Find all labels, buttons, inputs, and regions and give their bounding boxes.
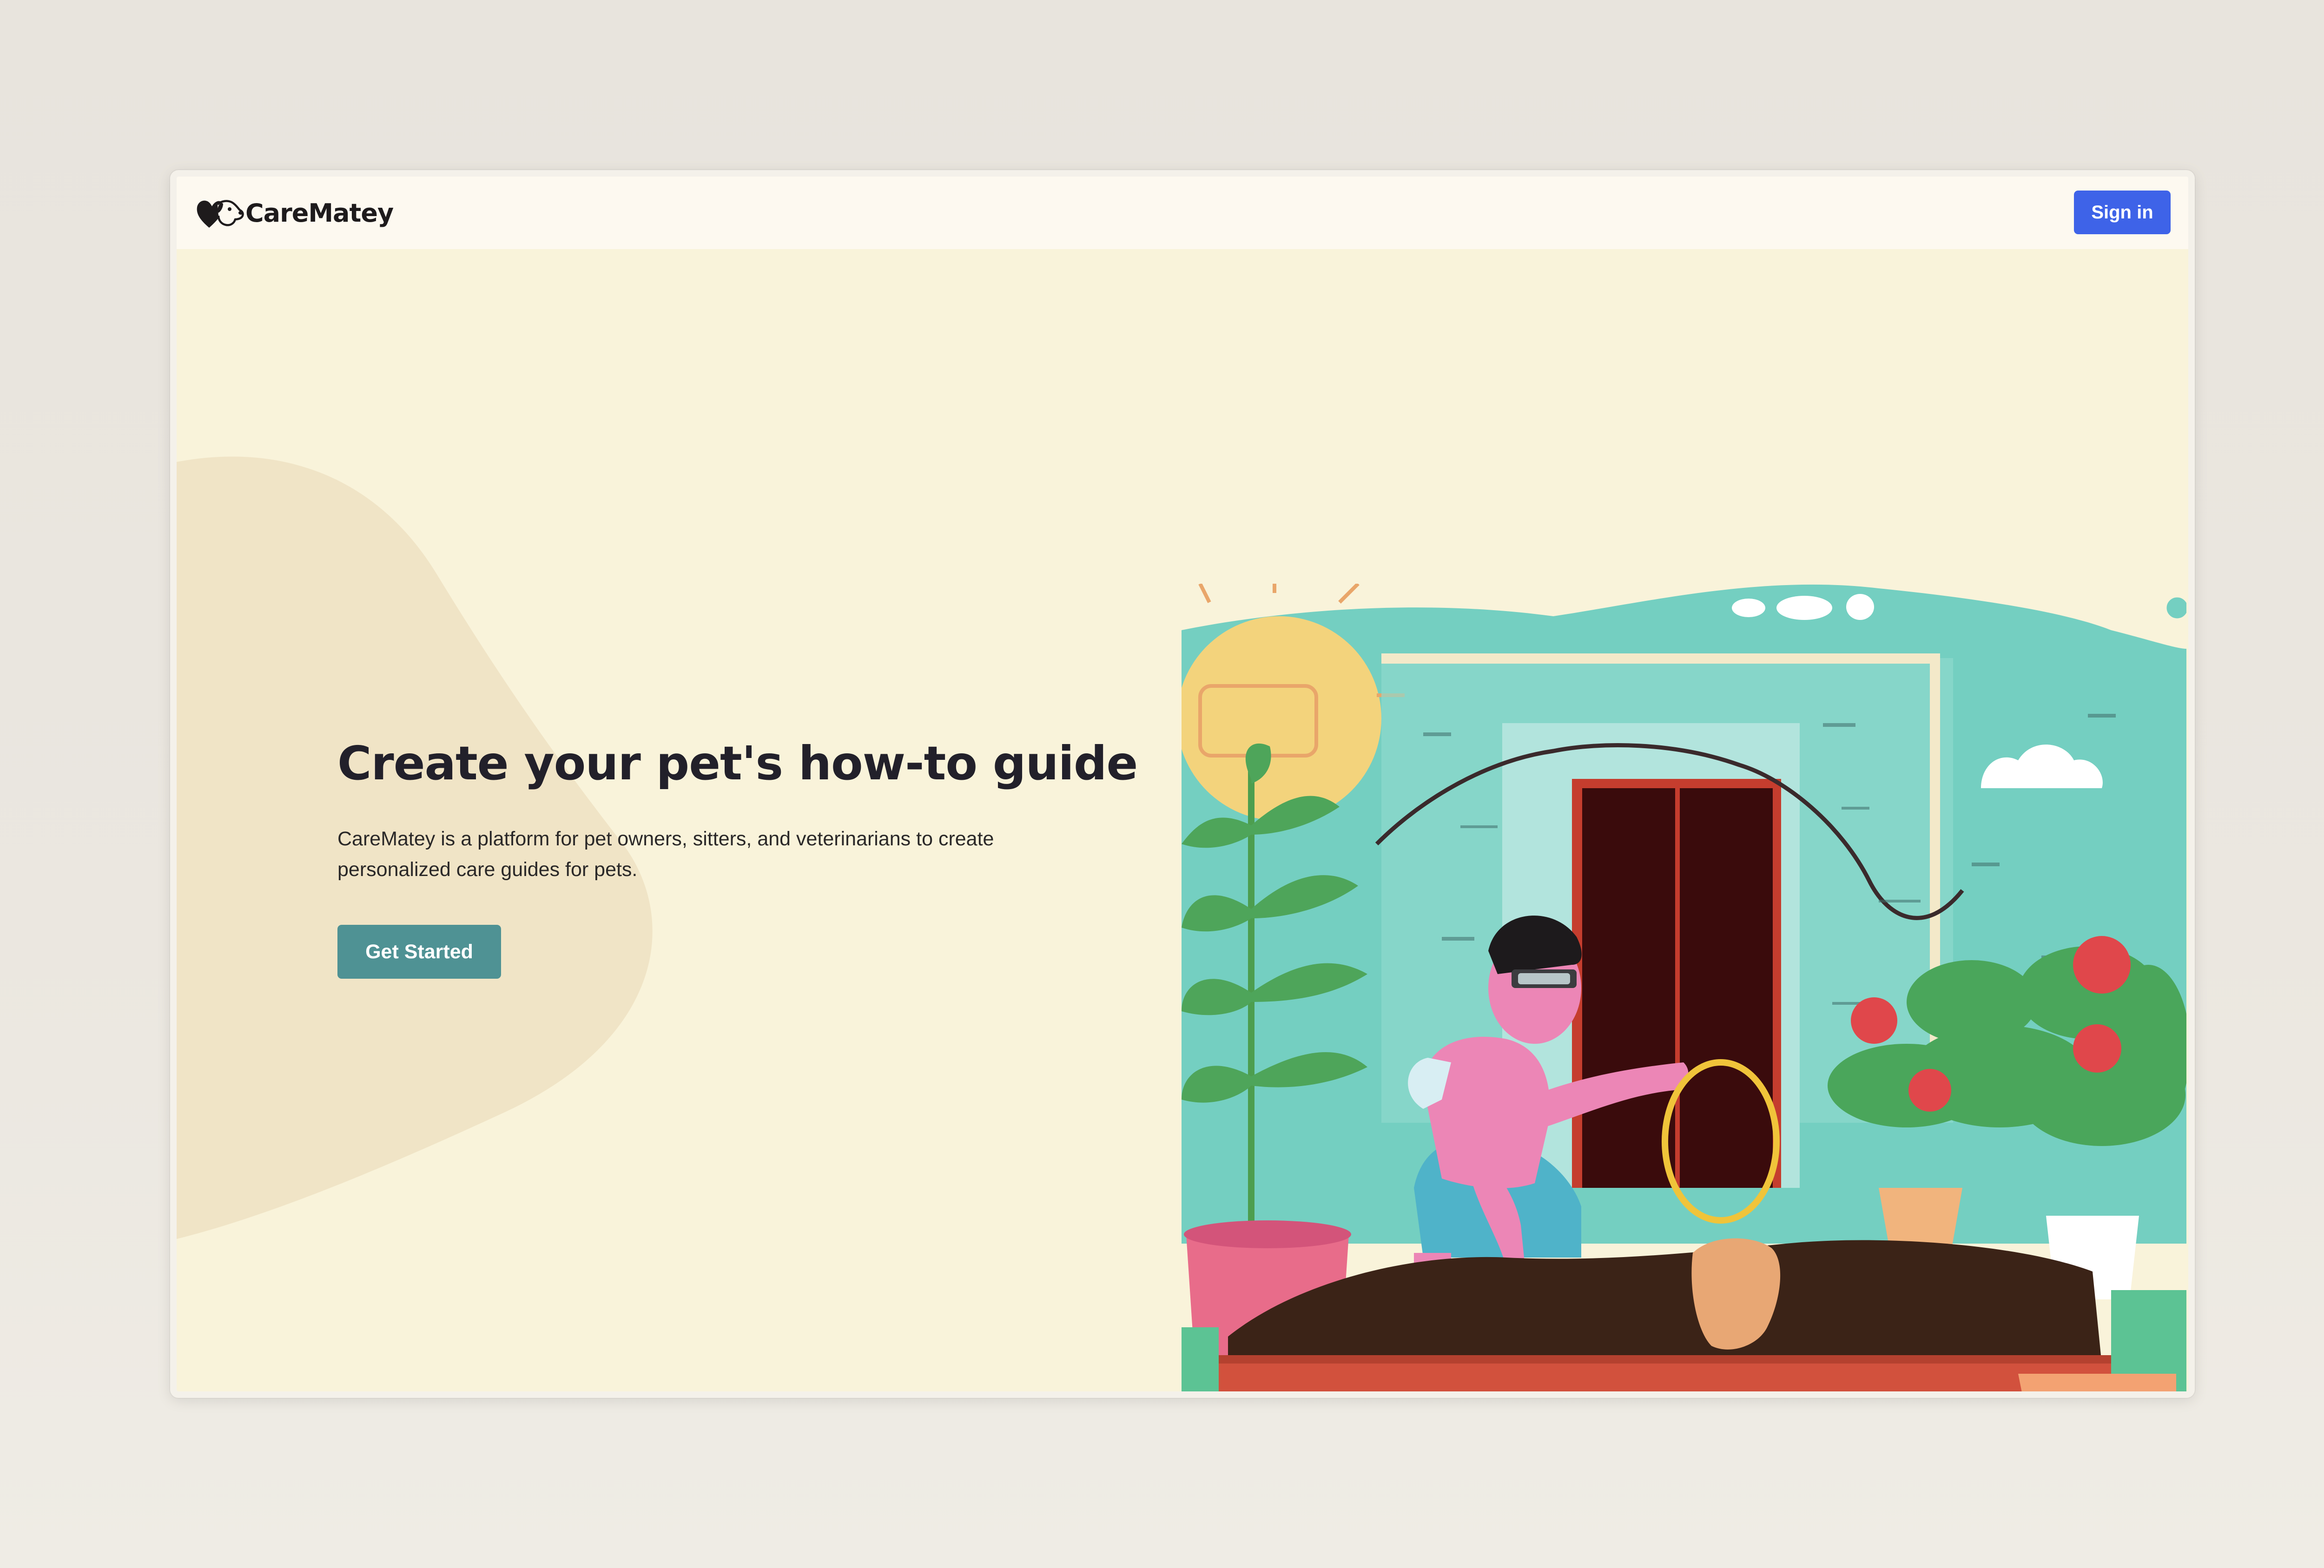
brand[interactable]: CareMatey <box>195 194 394 231</box>
hero-title: Create your pet's how-to guide <box>337 736 1138 791</box>
navbar: CareMatey Sign in <box>177 177 2188 249</box>
heart-paw-logo-icon <box>197 200 244 228</box>
browser-window: CareMatey Sign in Create your pet's how-… <box>170 170 2195 1398</box>
sign-in-button[interactable]: Sign in <box>2074 191 2171 234</box>
hero-section: Create your pet's how-to guide CareMatey… <box>177 249 2188 1391</box>
get-started-button[interactable]: Get Started <box>337 925 501 979</box>
hero-illustration <box>1182 584 2186 1391</box>
hero-description: CareMatey is a platform for pet owners, … <box>337 828 994 881</box>
brand-name: CareMatey <box>245 198 394 228</box>
